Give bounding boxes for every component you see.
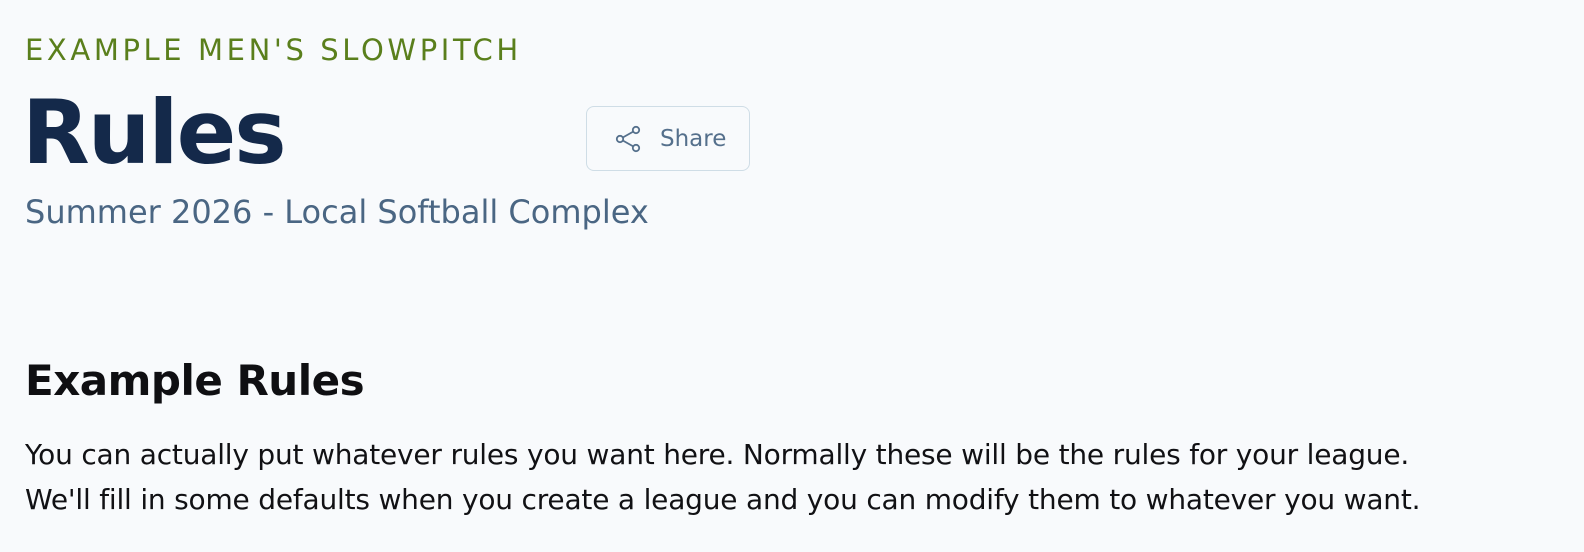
share-icon	[615, 125, 641, 152]
season-location: Summer 2026 - Local Softball Complex	[25, 193, 649, 231]
league-name: EXAMPLE MEN'S SLOWPITCH	[25, 33, 522, 67]
section-heading: Example Rules	[25, 356, 365, 405]
share-button[interactable]: Share	[586, 106, 750, 171]
share-button-label: Share	[660, 125, 727, 152]
rules-paragraph-line: We'll fill in some defaults when you cre…	[25, 483, 1421, 516]
rules-paragraph: You can actually put whatever rules you …	[25, 432, 1565, 522]
page-title: Rules	[22, 81, 287, 184]
rules-paragraph-line: You can actually put whatever rules you …	[25, 438, 1410, 471]
